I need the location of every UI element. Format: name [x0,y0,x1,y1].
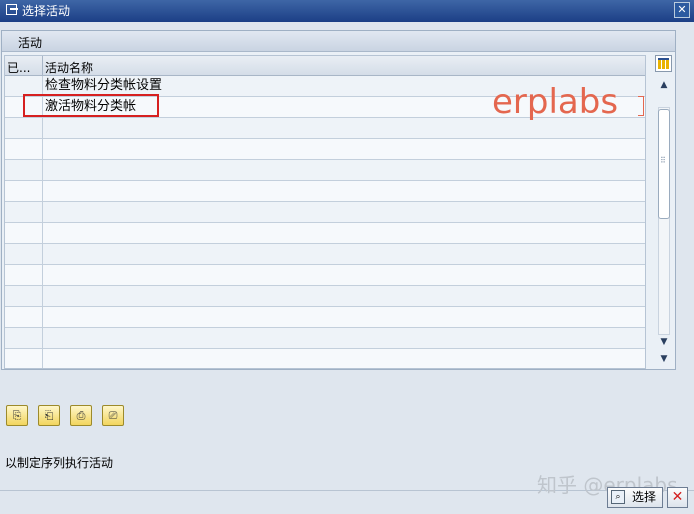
magnifier-icon: ⌕ [611,490,625,504]
scroll-down-icon[interactable]: ▼ [656,351,672,367]
select-block-button[interactable]: ⎗ [38,405,60,426]
erplabs-watermark: erplabs [492,82,619,122]
row-done-cell[interactable] [5,265,43,285]
row-done-cell[interactable] [5,328,43,348]
table-row[interactable] [5,181,645,202]
table-row[interactable] [5,286,645,307]
column-header-activity-name[interactable]: 活动名称 [45,59,93,76]
column-header-done[interactable]: 已... [7,59,41,76]
row-done-cell[interactable] [5,118,43,138]
select-all-icon: ⎘ [12,409,22,422]
table-row[interactable] [5,223,645,244]
table-row[interactable] [5,349,645,368]
row-done-cell[interactable] [5,286,43,306]
vertical-scrollbar[interactable]: ▲ ▼ ▼ [656,77,672,367]
deselect-all-button[interactable]: ⎙ [70,405,92,426]
close-button[interactable]: ✕ [674,2,690,18]
panel-title: 活动 [18,36,43,50]
table-row[interactable] [5,328,645,349]
status-text: 以制定序列执行活动 [5,456,114,470]
row-activity-name[interactable]: 检查物料分类帐设置 [45,77,162,95]
table-header: 已... 活动名称 [5,56,645,76]
scroll-page-down-icon[interactable]: ▼ [656,334,672,350]
row-done-cell[interactable] [5,244,43,264]
row-done-cell[interactable] [5,76,43,96]
close-icon: ✕ [677,3,687,16]
deselect-all-icon: ⎙ [76,409,86,422]
cancel-x-icon: ✕ [671,489,684,505]
row-done-cell[interactable] [5,181,43,201]
cancel-button[interactable]: ✕ [667,487,688,508]
column-separator[interactable] [42,56,43,76]
activity-panel: 活动 已... 活动名称 检查物料分类帐设置 激活物料分类帐 [1,30,676,370]
table-row[interactable] [5,244,645,265]
row-done-cell[interactable] [5,160,43,180]
row-done-cell[interactable] [5,202,43,222]
select-button-label: 选择 [632,490,657,504]
annotation-bracket [638,96,644,116]
table-row[interactable] [5,265,645,286]
window-title: 选择活动 [22,4,71,18]
title-bar: 选择活动 ✕ [0,0,694,22]
table-row[interactable] [5,160,645,181]
select-button[interactable]: ⌕ 选择 [607,487,663,508]
table-row[interactable] [5,307,645,328]
expand-icon: ⎚ [108,409,118,422]
row-done-cell[interactable] [5,349,43,368]
highlight-box [23,94,159,117]
table-settings-button[interactable] [655,55,672,72]
scroll-up-icon[interactable]: ▲ [656,77,672,93]
row-done-cell[interactable] [5,223,43,243]
scroll-thumb[interactable] [658,109,670,219]
table-row[interactable] [5,139,645,160]
table-row[interactable] [5,202,645,223]
dialog-icon [6,4,18,15]
panel-header: 活动 [2,31,675,52]
select-block-icon: ⎗ [44,409,54,422]
expand-button[interactable]: ⎚ [102,405,124,426]
row-done-cell[interactable] [5,307,43,327]
row-done-cell[interactable] [5,139,43,159]
select-all-button[interactable]: ⎘ [6,405,28,426]
